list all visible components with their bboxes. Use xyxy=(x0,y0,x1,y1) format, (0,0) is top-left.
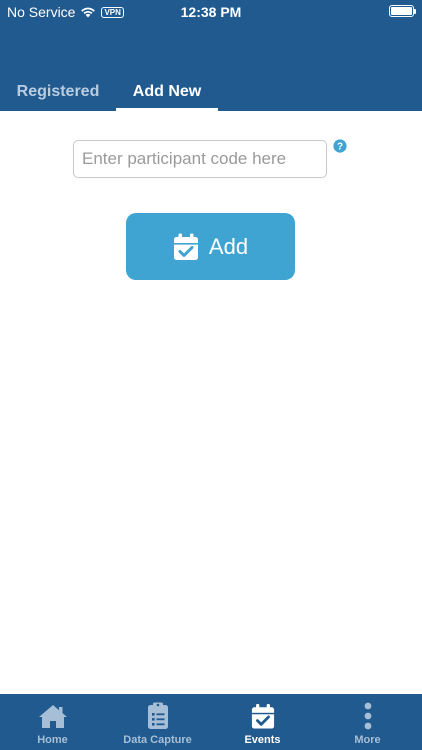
more-vertical-icon xyxy=(364,702,371,730)
nav-label-events: Events xyxy=(244,734,281,746)
nav-item-home[interactable]: Home xyxy=(0,694,105,750)
battery-tip xyxy=(414,9,416,14)
nav-label-more: More xyxy=(354,734,381,746)
nav-item-data-capture[interactable]: Data Capture xyxy=(105,694,210,750)
add-button[interactable]: Add xyxy=(126,213,295,280)
tab-add-new[interactable]: Add New xyxy=(116,72,218,111)
battery-fill xyxy=(391,7,412,15)
nav-item-events[interactable]: Events xyxy=(210,694,315,750)
active-tab-indicator xyxy=(116,108,218,111)
tab-bar: Registered Add New xyxy=(0,72,422,111)
status-bar: No Service VPN 12:38 PM xyxy=(0,0,422,24)
home-icon xyxy=(38,705,67,728)
calendar-check-icon xyxy=(173,233,198,260)
participant-code-input[interactable] xyxy=(73,140,327,178)
add-button-label: Add xyxy=(208,233,249,259)
battery-icon xyxy=(389,5,416,17)
tab-registered[interactable]: Registered xyxy=(0,72,116,111)
app-header: No Service VPN 12:38 PM Registered Add N… xyxy=(0,0,422,111)
calendar-check-icon xyxy=(251,703,274,728)
nav-label-data-capture: Data Capture xyxy=(123,734,192,746)
question-circle-icon[interactable]: ? xyxy=(333,139,347,153)
clipboard-list-icon xyxy=(147,702,168,729)
status-time: 12:38 PM xyxy=(180,4,242,20)
svg-text:?: ? xyxy=(337,142,343,153)
bottom-nav: Home Data Capture Events More xyxy=(0,694,422,750)
nav-label-home: Home xyxy=(37,734,68,746)
nav-item-more[interactable]: More xyxy=(315,694,420,750)
